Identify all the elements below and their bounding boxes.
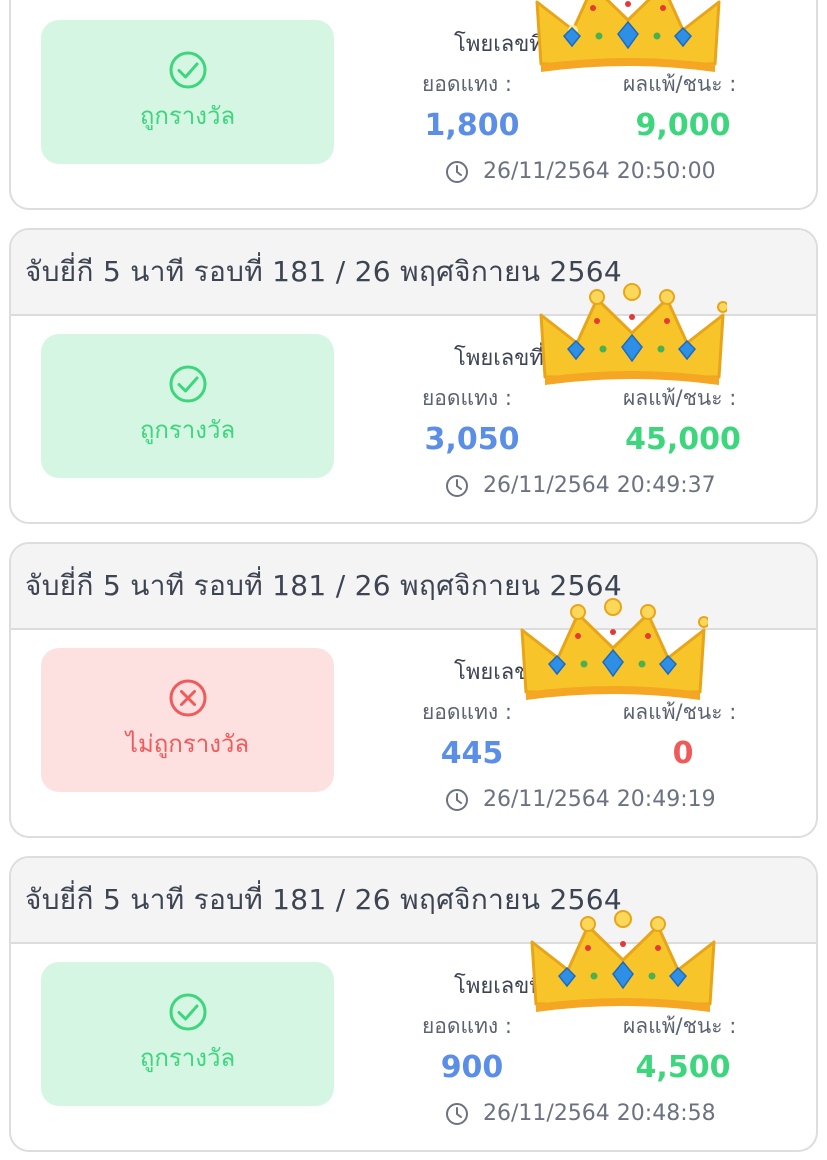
clock-icon [446, 474, 468, 497]
timestamp: 26/11/2564 20:50:00 [445, 159, 716, 184]
bet-amount-label: ยอดแทง : [422, 386, 512, 410]
win-status-box: ถูกรางวัล [41, 334, 334, 478]
timestamp-text: 26/11/2564 20:48:58 [483, 1101, 716, 1126]
bet-amount-value: 3,050 [424, 422, 520, 457]
crown-sticker [530, 910, 716, 1012]
clock-icon [446, 1102, 468, 1125]
timestamp-text: 26/11/2564 20:50:00 [483, 159, 716, 184]
win-status-box: ถูกรางวัล [41, 962, 334, 1106]
bet-history-list: ถูกรางวัล โพยเลขที่ ยอดแทง : ผลแพ้/ชนะ :… [0, 0, 827, 1160]
timestamp-text: 26/11/2564 20:49:19 [483, 787, 716, 812]
check-circle-icon [169, 51, 206, 88]
crown-sticker [535, 0, 721, 72]
timestamp: 26/11/2564 20:49:19 [445, 787, 716, 812]
result-amount-value: 4,500 [635, 1050, 731, 1085]
bet-amount-value: 1,800 [424, 108, 520, 143]
status-label: ถูกรางวัล [139, 1043, 236, 1072]
timestamp: 26/11/2564 20:48:58 [445, 1101, 716, 1126]
result-amount-value: 0 [672, 736, 694, 771]
round-title: จับยี่กี 5 นาที รอบที่ 181 / 26 พฤศจิกาย… [25, 255, 622, 288]
bet-amount-value: 445 [440, 736, 504, 771]
clock-icon [446, 788, 468, 811]
bet-amount-value: 900 [440, 1050, 504, 1085]
bet-amount-label: ยอดแทง : [422, 1014, 512, 1038]
timestamp-text: 26/11/2564 20:49:37 [483, 473, 716, 498]
bet-amount-label: ยอดแทง : [422, 72, 512, 96]
crown-sticker [520, 598, 708, 700]
crown-sticker [539, 283, 727, 385]
lose-status-box: ไม่ถูกรางวัล [41, 648, 334, 792]
check-circle-icon [169, 365, 206, 402]
result-label: ผลแพ้/ชนะ : [623, 1014, 737, 1038]
status-label: ถูกรางวัล [139, 101, 236, 130]
result-amount-value: 45,000 [625, 422, 741, 457]
status-label: ไม่ถูกรางวัล [125, 729, 250, 758]
timestamp: 26/11/2564 20:49:37 [445, 473, 716, 498]
bet-number-label: โพยเลขที่ [454, 32, 544, 57]
bet-number-label: โพยเลขที่ [454, 346, 544, 371]
x-circle-icon [169, 679, 206, 716]
check-circle-icon [169, 993, 206, 1030]
result-amount-value: 9,000 [635, 108, 731, 143]
bet-amount-label: ยอดแทง : [422, 700, 512, 724]
clock-icon [446, 160, 468, 183]
status-label: ถูกรางวัล [139, 415, 236, 444]
win-status-box: ถูกรางวัล [41, 20, 334, 164]
